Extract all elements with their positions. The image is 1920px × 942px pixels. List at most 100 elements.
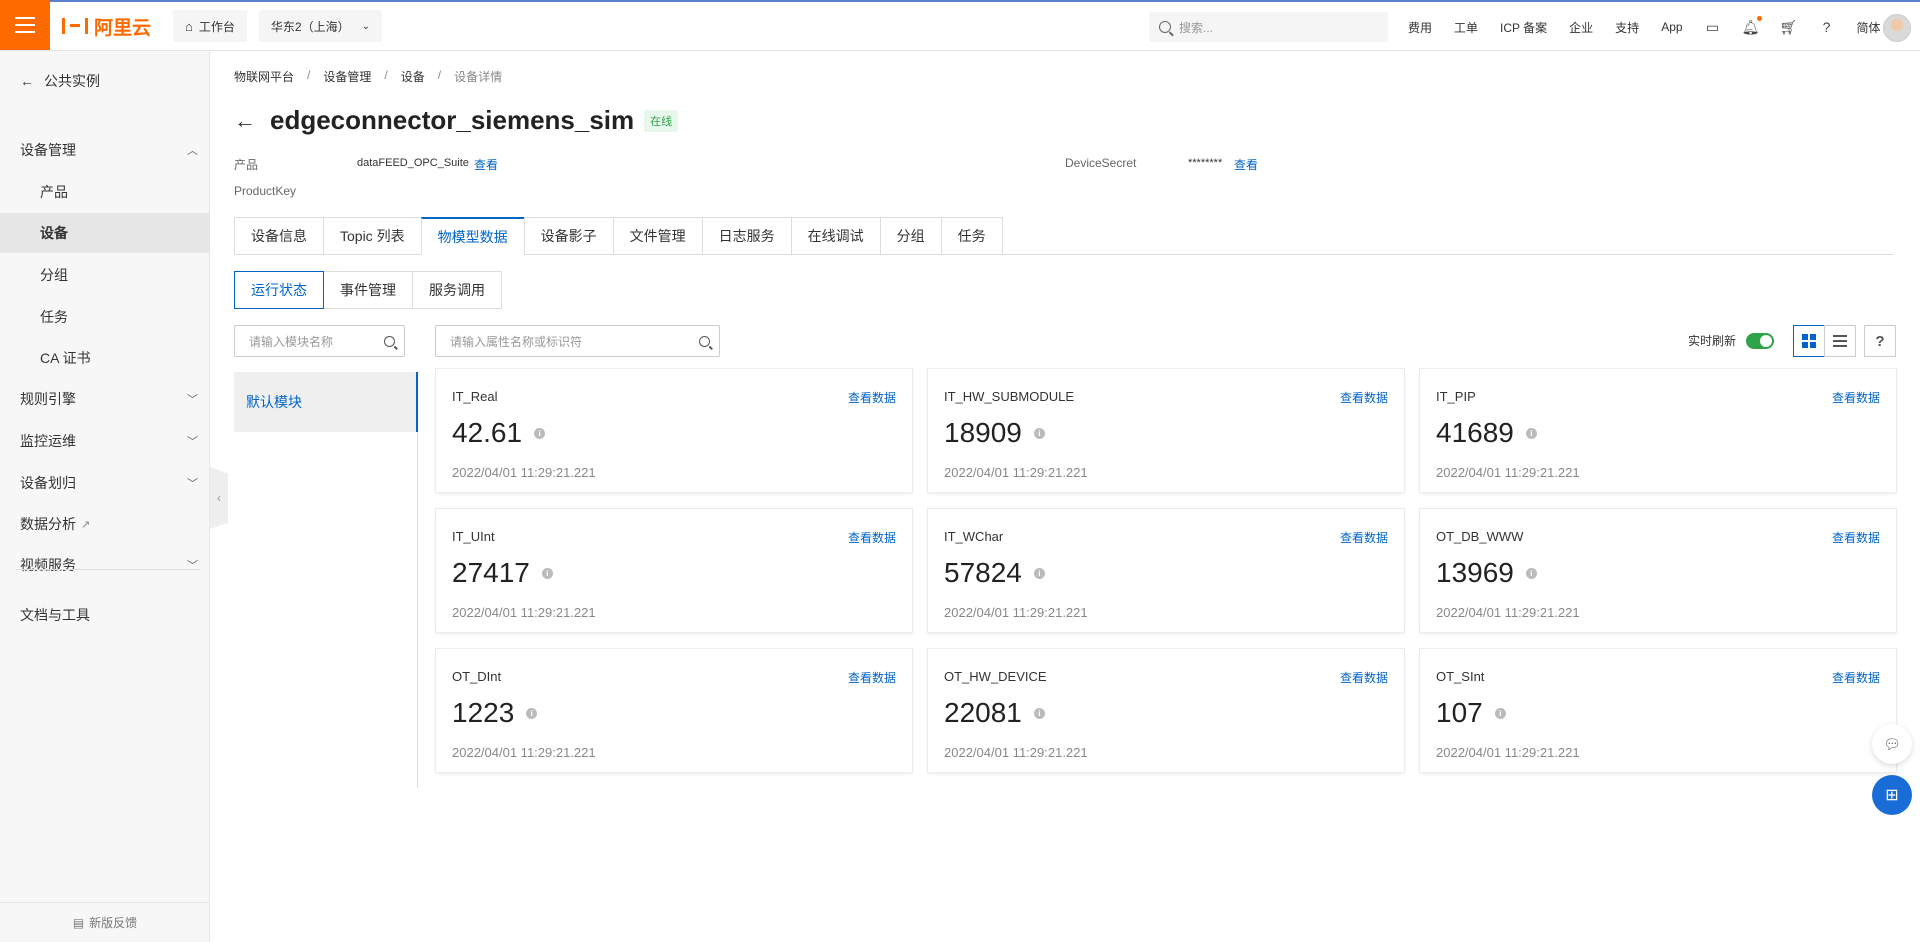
help-circle-icon[interactable]: ?: [1819, 19, 1835, 35]
back-to-public-instance[interactable]: ← 公共实例: [20, 71, 100, 91]
info-icon[interactable]: i: [1033, 707, 1045, 719]
apps-float-button[interactable]: ⊞: [1872, 775, 1912, 815]
sidebar-group-video[interactable]: 视频服务 ﹀: [0, 545, 210, 585]
grid-icon: [1802, 334, 1816, 348]
tab-device-shadow[interactable]: 设备影子: [523, 217, 613, 255]
view-data-link[interactable]: 查看数据: [1340, 669, 1388, 686]
subtab-service-call[interactable]: 服务调用: [412, 271, 502, 309]
link-enterprise[interactable]: 企业: [1569, 19, 1593, 36]
tab-task[interactable]: 任务: [940, 217, 1003, 255]
sidebar-group-rule-engine[interactable]: 规则引擎 ﹀: [0, 379, 210, 419]
tab-online-debug[interactable]: 在线调试: [790, 217, 880, 255]
external-link-icon: ↗: [81, 518, 91, 531]
property-name: OT_DInt: [452, 669, 502, 684]
sidebar-item-device[interactable]: 设备: [0, 213, 210, 253]
view-data-link[interactable]: 查看数据: [1832, 669, 1880, 686]
info-icon[interactable]: i: [534, 427, 546, 439]
property-value: 57824 i: [944, 557, 1045, 589]
chat-float-button[interactable]: 💬︎: [1872, 724, 1912, 764]
arrow-left-icon: ←: [20, 73, 34, 89]
view-data-link[interactable]: 查看数据: [848, 389, 896, 406]
tab-topic-list[interactable]: Topic 列表: [323, 217, 421, 255]
new-version-feedback[interactable]: ▤ 新版反馈: [0, 902, 210, 942]
terminal-icon[interactable]: ▭: [1705, 19, 1721, 35]
tab-device-info[interactable]: 设备信息: [234, 217, 323, 255]
sidebar: ← 公共实例 设备管理 ︿ 产品 设备 分组 任务 CA 证书 规则引擎 ﹀ 监控运维…: [0, 51, 210, 942]
info-icon[interactable]: i: [1525, 567, 1537, 579]
chevron-down-icon: ﹀: [187, 436, 198, 448]
link-app[interactable]: App: [1661, 20, 1682, 34]
info-icon[interactable]: i: [1033, 567, 1045, 579]
product-view-link[interactable]: 查看: [474, 156, 498, 173]
property-timestamp: 2022/04/01 11:29:21.221: [1436, 745, 1580, 760]
breadcrumb-device-mgmt[interactable]: 设备管理: [323, 68, 371, 85]
view-data-link[interactable]: 查看数据: [1832, 529, 1880, 546]
subtab-runtime-status[interactable]: 运行状态: [234, 271, 324, 309]
list-icon: [1833, 335, 1847, 347]
cart-icon[interactable]: 🛒︎: [1780, 19, 1798, 35]
property-timestamp: 2022/04/01 11:29:21.221: [452, 745, 596, 760]
sidebar-collapse-handle[interactable]: ‹: [210, 467, 228, 529]
info-icon[interactable]: i: [526, 707, 538, 719]
view-data-link[interactable]: 查看数据: [848, 669, 896, 686]
sidebar-item-task[interactable]: 任务: [0, 297, 210, 337]
view-data-link[interactable]: 查看数据: [848, 529, 896, 546]
status-badge: 在线: [644, 109, 679, 132]
language-switch[interactable]: 简体: [1857, 19, 1881, 36]
chevron-down-icon: ⌄: [361, 20, 370, 32]
logo[interactable]: 阿里云: [62, 13, 151, 40]
sidebar-item-group[interactable]: 分组: [0, 255, 210, 295]
module-item-default[interactable]: 默认模块: [234, 372, 418, 432]
device-secret-view-link[interactable]: 查看: [1234, 156, 1258, 173]
page-title: edgeconnector_siemens_sim: [270, 105, 635, 135]
bell-icon[interactable]: 🔔︎: [1742, 16, 1762, 35]
avatar[interactable]: [1883, 14, 1911, 42]
link-support[interactable]: 支持: [1615, 19, 1639, 36]
tab-log-service[interactable]: 日志服务: [701, 217, 791, 255]
sidebar-docs-tools[interactable]: 文档与工具: [0, 595, 210, 635]
view-data-link[interactable]: 查看数据: [1340, 529, 1388, 546]
info-icon[interactable]: i: [1494, 707, 1506, 719]
info-icon[interactable]: i: [1033, 427, 1045, 439]
product-value: dataFEED_OPC_Suite: [357, 157, 469, 169]
sidebar-group-data-analysis[interactable]: 数据分析 ↗: [0, 504, 210, 544]
aliyun-logo-icon: [62, 18, 88, 34]
sidebar-item-product[interactable]: 产品: [0, 172, 210, 212]
breadcrumb-iot[interactable]: 物联网平台: [234, 68, 294, 85]
tab-group[interactable]: 分组: [879, 217, 941, 255]
view-data-link[interactable]: 查看数据: [1832, 389, 1880, 406]
sidebar-item-ca-cert[interactable]: CA 证书: [0, 338, 210, 378]
link-tickets[interactable]: 工单: [1454, 19, 1478, 36]
hamburger-menu-button[interactable]: [0, 0, 50, 50]
property-name: IT_UInt: [452, 529, 495, 544]
breadcrumb-device[interactable]: 设备: [401, 68, 425, 85]
realtime-refresh-toggle[interactable]: [1746, 332, 1775, 349]
back-arrow-icon[interactable]: ←: [234, 108, 256, 134]
tab-thing-model-data[interactable]: 物模型数据: [420, 217, 524, 255]
info-icon[interactable]: i: [541, 567, 553, 579]
property-card: IT_UInt 查看数据 27417 i 2022/04/01 11:29:21.221: [436, 509, 912, 632]
workbench-button[interactable]: ⌂ 工作台: [173, 10, 247, 42]
module-search-input[interactable]: 请输入模块名称: [234, 325, 405, 357]
product-label: 产品: [234, 158, 259, 172]
sidebar-group-device-assignment[interactable]: 设备划归 ﹀: [0, 463, 210, 503]
grid-view-button[interactable]: [1793, 325, 1825, 357]
global-search-input[interactable]: 搜索...: [1149, 12, 1388, 42]
sidebar-divider: [16, 569, 200, 570]
help-button[interactable]: ?: [1864, 325, 1896, 357]
sidebar-group-device-management[interactable]: 设备管理 ︿: [0, 130, 210, 170]
search-icon: [699, 336, 710, 347]
tab-file-management[interactable]: 文件管理: [612, 217, 702, 255]
device-secret-value: ********: [1188, 157, 1223, 169]
sidebar-group-monitoring[interactable]: 监控运维 ﹀: [0, 421, 210, 461]
property-value: 1223 i: [452, 697, 538, 729]
info-icon[interactable]: i: [1525, 427, 1537, 439]
property-timestamp: 2022/04/01 11:29:21.221: [1436, 465, 1580, 480]
region-select[interactable]: 华东2（上海） ⌄: [258, 10, 382, 42]
link-icp[interactable]: ICP 备案: [1500, 19, 1547, 36]
subtab-event-management[interactable]: 事件管理: [323, 271, 413, 309]
list-view-button[interactable]: [1824, 325, 1856, 357]
view-data-link[interactable]: 查看数据: [1340, 389, 1388, 406]
link-billing[interactable]: 费用: [1408, 19, 1432, 36]
property-search-input[interactable]: 请输入属性名称或标识符: [435, 325, 720, 357]
